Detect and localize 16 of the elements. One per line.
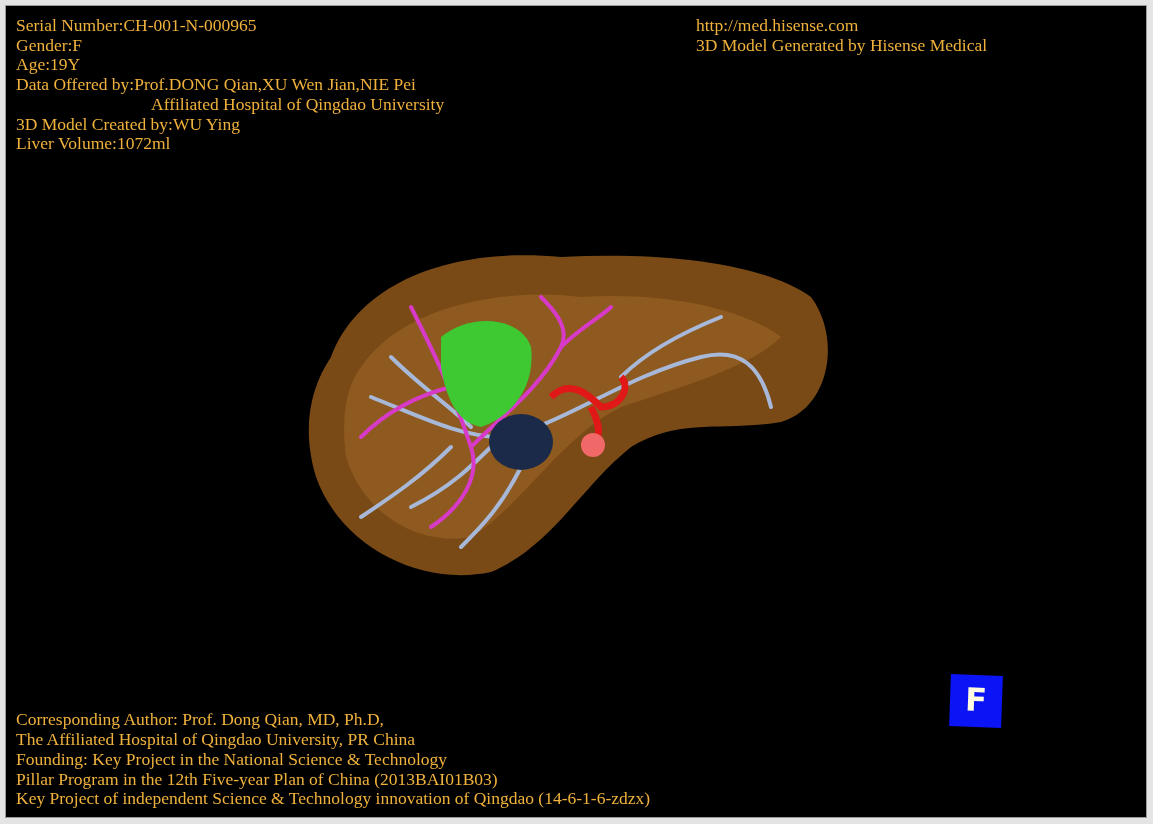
info-text: Affiliated Hospital of Qingdao University [151, 94, 446, 115]
info-text: Age:19Y [16, 55, 82, 76]
info-text: Data Offered by:Prof.DONG Qian,XU Wen Jian,NIE Pei [16, 75, 417, 95]
credit-text: Pillar Program in the 12th Five-year Plan of China (2013BAI01B03) [16, 769, 499, 790]
credit-text: Corresponding Author: Prof. Dong Qian, MD, Ph.D, [16, 710, 385, 731]
credit-text: The Affiliated Hospital of Qingdao University, PR China [16, 730, 417, 750]
info-text: 3D Model Generated by Hisense Medical [696, 35, 988, 56]
info-text: Gender:F [16, 35, 84, 56]
info-text: Liver Volume:1072ml [16, 134, 171, 154]
credit-text: Key Project of independent Science & Technology innovation of Qingdao (14-6-1-6-zdzx) [16, 789, 651, 809]
orientation-cube[interactable]: F [949, 674, 1003, 728]
info-text: Serial Number:CH-001-N-000965 [16, 16, 258, 36]
credit-text: Founding: Key Project in the National Science & Technology [16, 749, 448, 770]
info-text: http://med.hisense.com [696, 16, 860, 36]
3d-viewport[interactable] [5, 5, 1147, 818]
info-text: 3D Model Created by:WU Ying [16, 114, 240, 135]
